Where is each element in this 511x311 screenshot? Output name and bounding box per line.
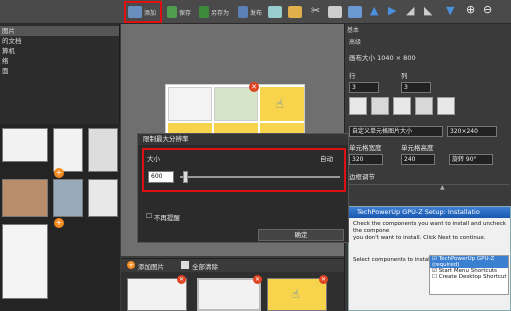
zoom-out-icon[interactable]: ⊖ [483, 3, 492, 16]
add-icon[interactable]: + [54, 218, 64, 228]
tab-advanced[interactable]: 高级 [349, 37, 361, 46]
image-strip: ☝ ✕ ✕ ✕ [121, 272, 344, 311]
layout-presets [349, 97, 499, 119]
size-slider-thumb[interactable] [183, 171, 189, 183]
folder-item[interactable]: 面 [0, 66, 119, 76]
hand-pointer-icon: ☝ [276, 97, 284, 111]
size-slider-track[interactable] [180, 176, 340, 178]
layout-preset[interactable] [371, 97, 389, 115]
dialog-title: 限制最大分辨率 [138, 134, 348, 145]
add-photo-icon [128, 6, 142, 18]
publish-button[interactable]: 发布 [236, 2, 264, 22]
installer-description: you don't want to install. Click Next to… [353, 235, 486, 241]
collage-cell [168, 87, 212, 121]
thumbnail-grid: + + [0, 124, 120, 311]
cell-width-label: 单元格宽度 [349, 144, 382, 152]
add-icon[interactable]: + [54, 168, 64, 178]
hand-pointer-icon: ☝ [292, 287, 300, 301]
thumbnail[interactable] [88, 128, 118, 172]
tab-basic[interactable]: 基本 [347, 25, 359, 34]
rows-label: 行 [349, 72, 356, 80]
thumbnail[interactable] [197, 278, 261, 311]
save-as-icon [199, 6, 209, 18]
rotate-button[interactable]: 旋转 90° [449, 154, 493, 165]
print-icon[interactable] [268, 6, 282, 18]
close-icon[interactable]: ✕ [319, 275, 328, 284]
zoom-in-icon[interactable]: ⊕ [466, 3, 475, 16]
installer-window: TechPowerUp GPU-Z Setup: Installatio Che… [348, 206, 511, 311]
add-icon: + [127, 261, 135, 269]
size-select[interactable]: 320×240 [447, 126, 497, 137]
email-icon[interactable] [288, 6, 302, 18]
save-button[interactable]: 保存 [165, 2, 193, 22]
triangle-icon[interactable]: ▲ [370, 4, 378, 17]
rotate-icon[interactable]: ▼ [446, 4, 454, 17]
folder-item[interactable]: 图片 [0, 26, 119, 36]
resolution-dialog: 限制最大分辨率 大小 自动 600 ☐ 不再提醒 确定 [137, 133, 349, 243]
mirror-icon[interactable]: ◣ [424, 4, 432, 17]
folder-item[interactable]: 的文档 [0, 36, 119, 46]
clear-icon [181, 261, 189, 269]
custom-size-select[interactable]: 自定义单元格图片大小 [349, 126, 443, 137]
close-icon[interactable]: ✕ [253, 275, 262, 284]
checkbox-icon: ☐ [146, 212, 152, 220]
save-icon [167, 6, 177, 18]
clear-all-button[interactable]: 全部清除 [181, 261, 218, 271]
cut-icon[interactable]: ✂ [311, 4, 320, 17]
installer-title: TechPowerUp GPU-Z Setup: Installatio [349, 207, 510, 218]
thumbnail[interactable] [2, 224, 48, 299]
toolbar: 添加 保存 另存为 发布 ✂ ▲ ▶ ◢ ◣ ▼ ⊕ ⊖ [0, 0, 511, 24]
ok-button[interactable]: 确定 [258, 229, 344, 241]
select-components-label: Select components to install: [353, 257, 434, 263]
layout-preset[interactable] [415, 97, 433, 115]
divider [349, 184, 509, 185]
cell-width-input[interactable]: 320 [349, 154, 383, 165]
auto-label: 自动 [320, 155, 333, 163]
close-icon[interactable]: ✕ [249, 82, 259, 92]
collapse-arrow-icon[interactable]: ▲ [440, 184, 445, 191]
folder-item[interactable]: 络 [0, 56, 119, 66]
close-icon[interactable]: ✕ [177, 275, 186, 284]
collage-cell [214, 87, 258, 121]
add-button[interactable]: 添加 [124, 1, 162, 23]
layout-preset[interactable] [437, 97, 455, 115]
paste-icon[interactable] [348, 6, 362, 18]
thumbnail[interactable] [2, 128, 48, 162]
flip-icon[interactable]: ◢ [406, 4, 414, 17]
canvas-size-label: 画布大小 1040 × 800 [349, 54, 416, 62]
play-icon[interactable]: ▶ [388, 4, 396, 17]
layout-preset[interactable] [393, 97, 411, 115]
layout-preset[interactable] [349, 97, 367, 115]
component-list: ☑ TechPowerUp GPU-Z (required) ☑ Start M… [429, 255, 509, 295]
thumbnail[interactable] [53, 128, 83, 172]
copy-icon[interactable] [328, 6, 342, 18]
cols-label: 列 [401, 72, 408, 80]
folder-panel: 图片 的文档 算机 络 面 + + [0, 24, 120, 311]
size-label: 大小 [147, 155, 160, 163]
dont-remind-checkbox[interactable]: ☐ 不再提醒 [146, 212, 180, 222]
publish-icon [238, 6, 248, 18]
component-item[interactable]: ☑ TechPowerUp GPU-Z (required) [430, 256, 508, 268]
cell-height-input[interactable]: 240 [401, 154, 435, 165]
installer-description: Check the components you want to install… [353, 221, 506, 234]
collage-cell: ☝ [260, 87, 304, 121]
save-as-button[interactable]: 另存为 [197, 2, 231, 22]
adjust-label: 边框调节 [349, 173, 375, 181]
image-bar: + 添加图片 全部清除 [121, 258, 344, 272]
folder-item[interactable]: 算机 [0, 46, 119, 56]
size-input[interactable]: 600 [148, 171, 174, 183]
thumbnail[interactable] [2, 179, 48, 217]
thumbnail[interactable] [88, 179, 118, 217]
cols-stepper[interactable]: 3 [401, 82, 431, 93]
rows-stepper[interactable]: 3 [349, 82, 379, 93]
add-images-button[interactable]: + 添加图片 [127, 261, 164, 271]
size-setting-group: 大小 自动 600 [142, 148, 346, 192]
thumbnail[interactable]: ☝ [267, 278, 327, 311]
cell-height-label: 单元格高度 [401, 144, 434, 152]
thumbnail[interactable] [53, 179, 83, 217]
component-item[interactable]: ☐ Create Desktop Shortcut [430, 274, 508, 280]
